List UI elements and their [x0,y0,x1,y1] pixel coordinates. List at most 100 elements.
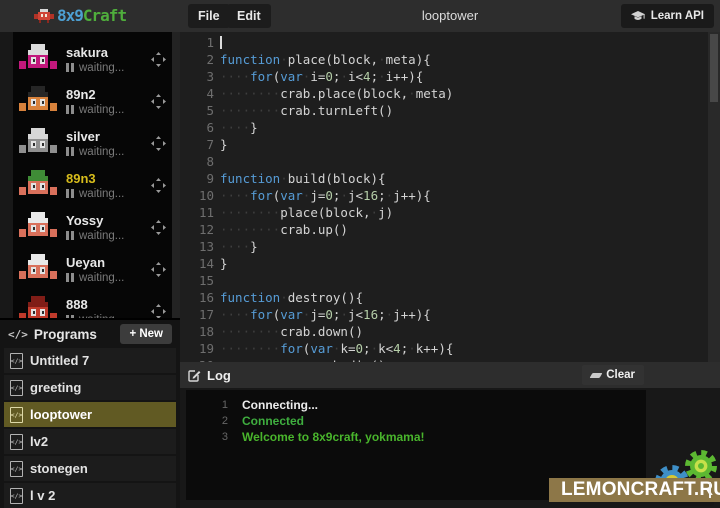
top-menubar: 8x9Craft File Edit looptower Learn API [0,0,720,32]
watermark-caret [709,482,711,498]
editor-scrollbar-thumb[interactable] [710,34,718,102]
program-item[interactable]: </> greeting [4,375,176,400]
new-program-button[interactable]: + New [120,324,172,344]
app-window: 8x9Craft File Edit looptower Learn API s… [0,0,720,508]
player-info: Yossy waiting... [66,213,151,242]
edit-note-icon [188,369,201,382]
eraser-icon [590,373,603,378]
program-label: lv2 [30,434,48,449]
log-header: Log Clear [180,362,720,388]
player-info: sakura waiting... [66,45,151,74]
player-avatar [18,128,58,159]
code-line: 17····for(var·j=0;·j<16;·j++){ [180,306,720,323]
code-line: 2function·place(block,·meta){ [180,51,720,68]
player-row[interactable]: Yossy waiting... [13,206,180,248]
logo-text-8x9: 8x9 [57,6,83,25]
code-line: 4········crab.place(block,·meta) [180,85,720,102]
pause-icon [66,147,74,156]
player-name: silver [66,129,151,144]
code-line: 9function·build(block){ [180,170,720,187]
programs-header: </> Programs + New [4,320,176,348]
code-editor[interactable]: 12function·place(block,·meta){3····for(v… [180,32,720,362]
editor-scrollbar[interactable] [708,32,720,362]
pause-icon [66,105,74,114]
clear-log-button[interactable]: Clear [582,365,644,385]
log-title: Log [207,368,231,383]
crab-icon [34,8,54,24]
code-brackets-icon: </> [8,328,28,341]
watermark-bar: LEMONCRAFT.RU [549,478,720,502]
program-file-icon: </> [10,380,23,396]
locate-player-icon[interactable] [151,262,166,277]
program-item[interactable]: </> Untitled 7 [4,348,176,373]
code-line: 10····for(var·j=0;·j<16;·j++){ [180,187,720,204]
player-row[interactable]: 89n2 waiting... [13,80,180,122]
program-file-icon: </> [10,434,23,450]
program-file-icon: </> [10,407,23,423]
pause-icon [66,63,74,72]
code-line: 18········crab.down() [180,323,720,340]
graduation-cap-icon [631,11,645,22]
program-label: greeting [30,380,81,395]
player-info: silver waiting... [66,129,151,158]
program-file-icon: </> [10,488,23,504]
player-status: waiting... [66,272,151,284]
player-info: Ueyanwaiting... [66,255,151,284]
program-label: l v 2 [30,488,55,503]
code-line: 7} [180,136,720,153]
player-status: waiting... [66,104,151,116]
code-line: 1 [180,34,720,51]
player-status: waiting... [66,230,151,242]
program-item[interactable]: </> l v 2 [4,483,176,508]
log-entry: 3Welcome to 8x9craft, yokmama! [186,429,646,445]
program-file-icon: </> [10,353,23,369]
code-line: 8 [180,153,720,170]
player-row[interactable]: 89n3 waiting... [13,164,180,206]
pause-icon [66,273,74,282]
player-row[interactable]: 888waiting... [13,290,180,318]
code-line: 19········for(var·k=0;·k<4;·k++){ [180,340,720,357]
player-info: 888waiting... [66,297,151,319]
code-line: 3····for(var·i=0;·i<4;·i++){ [180,68,720,85]
player-name: Yossy [66,213,151,228]
program-item[interactable]: </> stonegen [4,456,176,481]
player-name: 89n3 [66,171,151,186]
player-name: 89n2 [66,87,151,102]
watermark-text: LEMONCRAFT.RU [561,479,720,501]
program-label: looptower [30,407,92,422]
locate-player-icon[interactable] [151,136,166,151]
program-item[interactable]: </> looptower [4,402,176,427]
player-status: waiting... [66,146,151,158]
code-line: 16function·destroy(){ [180,289,720,306]
player-info: 89n2 waiting... [66,87,151,116]
sidebar: sakura waiting... 89n2 waiting... silver wait… [0,32,180,508]
pause-icon [66,189,74,198]
programs-list: </> Untitled 7 </> greeting </> looptower </> l… [4,348,176,508]
player-list-scrollbar[interactable] [172,32,180,318]
code-line: 15 [180,272,720,289]
locate-player-icon[interactable] [151,52,166,67]
player-row[interactable]: silver waiting... [13,122,180,164]
player-row[interactable]: Ueyanwaiting... [13,248,180,290]
locate-player-icon[interactable] [151,94,166,109]
locate-player-icon[interactable] [151,220,166,235]
player-list: sakura waiting... 89n2 waiting... silver wait… [13,32,180,318]
text-cursor [220,36,222,49]
player-avatar [18,44,58,75]
learn-api-button[interactable]: Learn API [621,4,714,28]
programs-panel: </> Programs + New </>Untitled 7</>greet… [0,318,180,508]
log-entry: 2Connected [186,413,646,429]
locate-player-icon[interactable] [151,178,166,193]
player-name: sakura [66,45,151,60]
program-label: Untitled 7 [30,353,89,368]
player-status: waiting... [66,188,151,200]
locate-player-icon[interactable] [151,304,166,319]
pause-icon [66,231,74,240]
programs-title: Programs [34,327,121,342]
program-file-icon: </> [10,461,23,477]
player-status: waiting... [66,62,151,74]
player-avatar [18,170,58,201]
program-item[interactable]: </> lv2 [4,429,176,454]
program-label: stonegen [30,461,88,476]
player-row[interactable]: sakura waiting... [13,38,180,80]
